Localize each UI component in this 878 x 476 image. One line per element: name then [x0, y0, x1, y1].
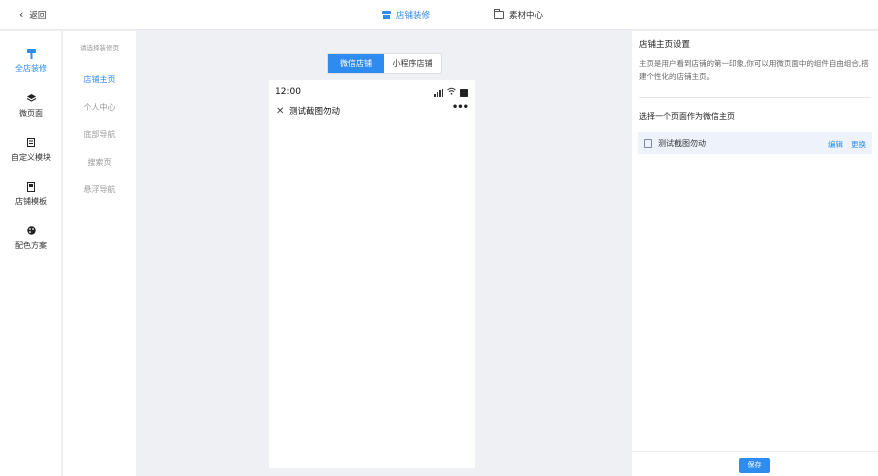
layers-icon [0, 94, 62, 104]
close-icon[interactable]: ✕ [276, 106, 284, 117]
phone-preview: 12:00 ✕ 测试截图勿动 ••• [269, 80, 475, 468]
tab-material-center-label: 素材中心 [509, 11, 544, 21]
palette-icon [0, 226, 62, 236]
nav-item-label: 微页面 [19, 109, 43, 118]
paint-roller-icon [0, 49, 62, 59]
nav-item-custom-module[interactable]: 自定义模块 [0, 138, 62, 163]
back-button[interactable]: ‹ 返回 [19, 9, 46, 21]
panel-title: 店铺主页设置 [639, 40, 691, 50]
nav-item-label: 配色方案 [15, 241, 47, 250]
settings-panel: 店铺主页设置 主页是用户看到店铺的第一印象,你可以用微页面中的组件自由组合,搭建… [632, 31, 878, 476]
nav-item-full-store-decoration[interactable]: 全店装修 [0, 49, 62, 74]
top-bar: ‹ 返回 店铺装修 素材中心 [0, 0, 878, 30]
nav-item-label: 店铺模板 [15, 197, 47, 206]
change-link[interactable]: 更换 [851, 139, 866, 150]
more-icon[interactable]: ••• [452, 102, 469, 113]
nav-item-micro-page[interactable]: 微页面 [0, 94, 62, 119]
tab-store-decoration-label: 店铺装修 [396, 11, 431, 21]
sub-nav-item-search-page[interactable]: 搜索页 [63, 157, 136, 168]
preview-page-title: 测试截图勿动 [289, 107, 341, 117]
tab-store-decoration[interactable]: 店铺装修 [382, 9, 430, 21]
template-icon [0, 182, 62, 192]
sub-nav: 请选择装修页 店铺主页 个人中心 底部导航 搜索页 悬浮导航 [63, 31, 136, 476]
segment-wechat-store[interactable]: 微信店铺 [328, 54, 384, 73]
panel-description: 主页是用户看到店铺的第一印象,你可以用微页面中的组件自由组合,搭建个性化的店铺主… [639, 59, 869, 81]
panel-footer: 保存 [632, 451, 878, 476]
folder-icon [494, 9, 504, 19]
battery-icon [460, 89, 468, 97]
module-icon [0, 138, 62, 148]
chevron-left-icon: ‹ [19, 8, 24, 21]
sub-nav-item-store-home[interactable]: 店铺主页 [63, 74, 136, 85]
nav-item-label: 全店装修 [15, 64, 47, 73]
sub-nav-item-personal-center[interactable]: 个人中心 [63, 102, 136, 113]
sub-nav-item-bottom-nav[interactable]: 底部导航 [63, 129, 136, 140]
divider [639, 97, 871, 98]
status-time: 12:00 [275, 87, 301, 97]
selected-page-name: 测试截图勿动 [658, 139, 706, 148]
page-icon [644, 139, 652, 148]
wifi-icon [447, 87, 456, 97]
sub-nav-item-floating-nav[interactable]: 悬浮导航 [63, 184, 136, 195]
edit-link[interactable]: 编辑 [828, 139, 843, 150]
nav-item-label: 自定义模块 [11, 153, 51, 162]
status-icons [434, 87, 468, 97]
sub-nav-hint: 请选择装修页 [80, 44, 119, 52]
signal-icon [434, 89, 443, 97]
select-page-label: 选择一个页面作为微信主页 [639, 112, 735, 121]
segment-mini-program-store[interactable]: 小程序店铺 [384, 54, 441, 73]
selected-page-row: 测试截图勿动 编辑 更换 [638, 132, 872, 154]
store-type-switch: 微信店铺 小程序店铺 [327, 53, 442, 74]
nav-item-color-scheme[interactable]: 配色方案 [0, 226, 62, 251]
nav-item-store-template[interactable]: 店铺模板 [0, 182, 62, 207]
store-icon [382, 11, 391, 19]
tab-material-center[interactable]: 素材中心 [494, 9, 543, 21]
back-label: 返回 [29, 11, 47, 21]
left-nav: 全店装修 微页面 自定义模块 店铺模板 配色方案 [0, 31, 62, 476]
save-button[interactable]: 保存 [739, 458, 770, 473]
